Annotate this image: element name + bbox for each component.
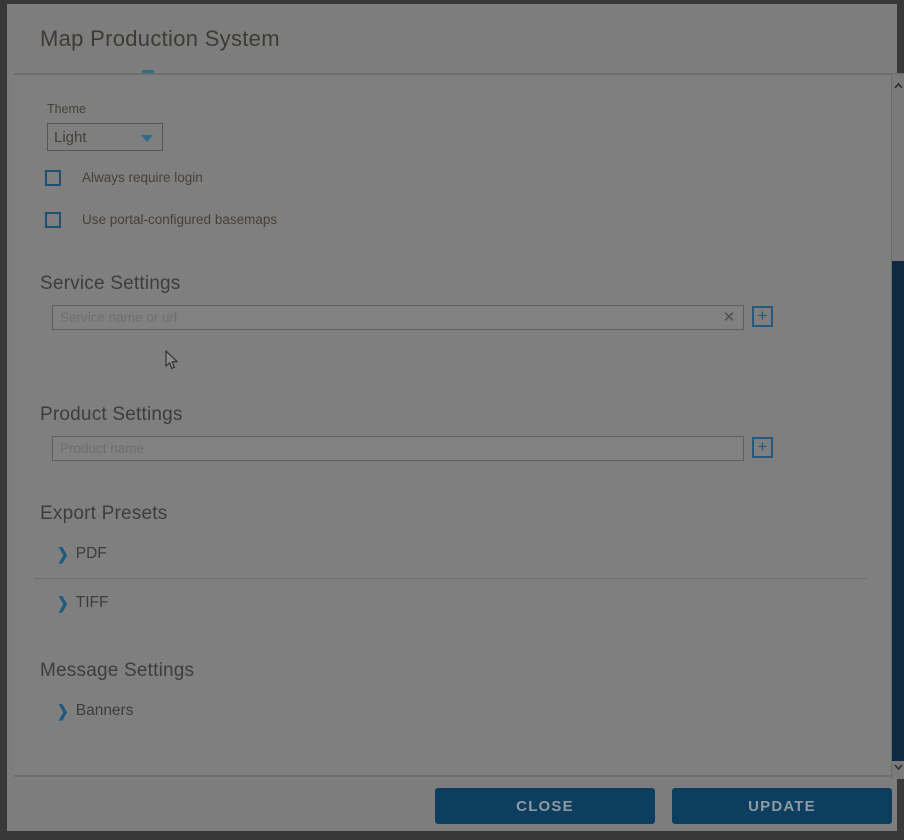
clipped-scrolled-element xyxy=(142,70,154,73)
map-production-dialog: Map Production System Theme Light Always… xyxy=(7,4,897,831)
expandable-row-banners[interactable]: ❯ Banners xyxy=(57,702,133,720)
section-title-message-settings: Message Settings xyxy=(40,660,194,682)
section-title-service-settings: Service Settings xyxy=(40,273,181,295)
section-title-product-settings: Product Settings xyxy=(40,404,183,426)
theme-select-value: Light xyxy=(54,129,87,146)
close-button[interactable]: CLOSE xyxy=(435,788,655,824)
expandable-row-pdf[interactable]: ❯ PDF xyxy=(57,545,107,563)
header-divider xyxy=(14,73,904,75)
checkbox-always-require-login[interactable] xyxy=(45,170,61,186)
add-service-button[interactable]: + xyxy=(752,306,773,327)
product-name-input[interactable] xyxy=(52,436,744,461)
update-button[interactable]: UPDATE xyxy=(672,788,892,824)
scroll-up-icon[interactable] xyxy=(892,76,904,96)
theme-select[interactable]: Light xyxy=(47,123,163,151)
theme-label: Theme xyxy=(47,102,86,116)
row-divider xyxy=(34,578,867,579)
section-title-export-presets: Export Presets xyxy=(40,503,167,525)
chevron-right-icon: ❯ xyxy=(57,544,69,564)
chevron-right-icon: ❯ xyxy=(57,701,69,721)
row-label: Banners xyxy=(76,702,134,720)
row-label: TIFF xyxy=(76,594,109,612)
footer-divider xyxy=(14,775,904,777)
scroll-down-icon[interactable] xyxy=(892,757,904,777)
checkbox-label: Use portal-configured basemaps xyxy=(82,212,277,227)
vertical-scrollbar[interactable] xyxy=(891,74,904,779)
service-name-input[interactable] xyxy=(52,305,744,330)
expandable-row-tiff[interactable]: ❯ TIFF xyxy=(57,594,108,612)
checkbox-label: Always require login xyxy=(82,170,203,185)
scrollbar-thumb[interactable] xyxy=(892,261,904,761)
add-product-button[interactable]: + xyxy=(752,437,773,458)
chevron-right-icon: ❯ xyxy=(57,593,69,613)
clear-icon[interactable]: ✕ xyxy=(717,307,741,328)
row-label: PDF xyxy=(76,545,107,563)
dialog-title: Map Production System xyxy=(40,26,280,52)
checkbox-portal-basemaps[interactable] xyxy=(45,212,61,228)
chevron-down-icon xyxy=(141,135,153,142)
